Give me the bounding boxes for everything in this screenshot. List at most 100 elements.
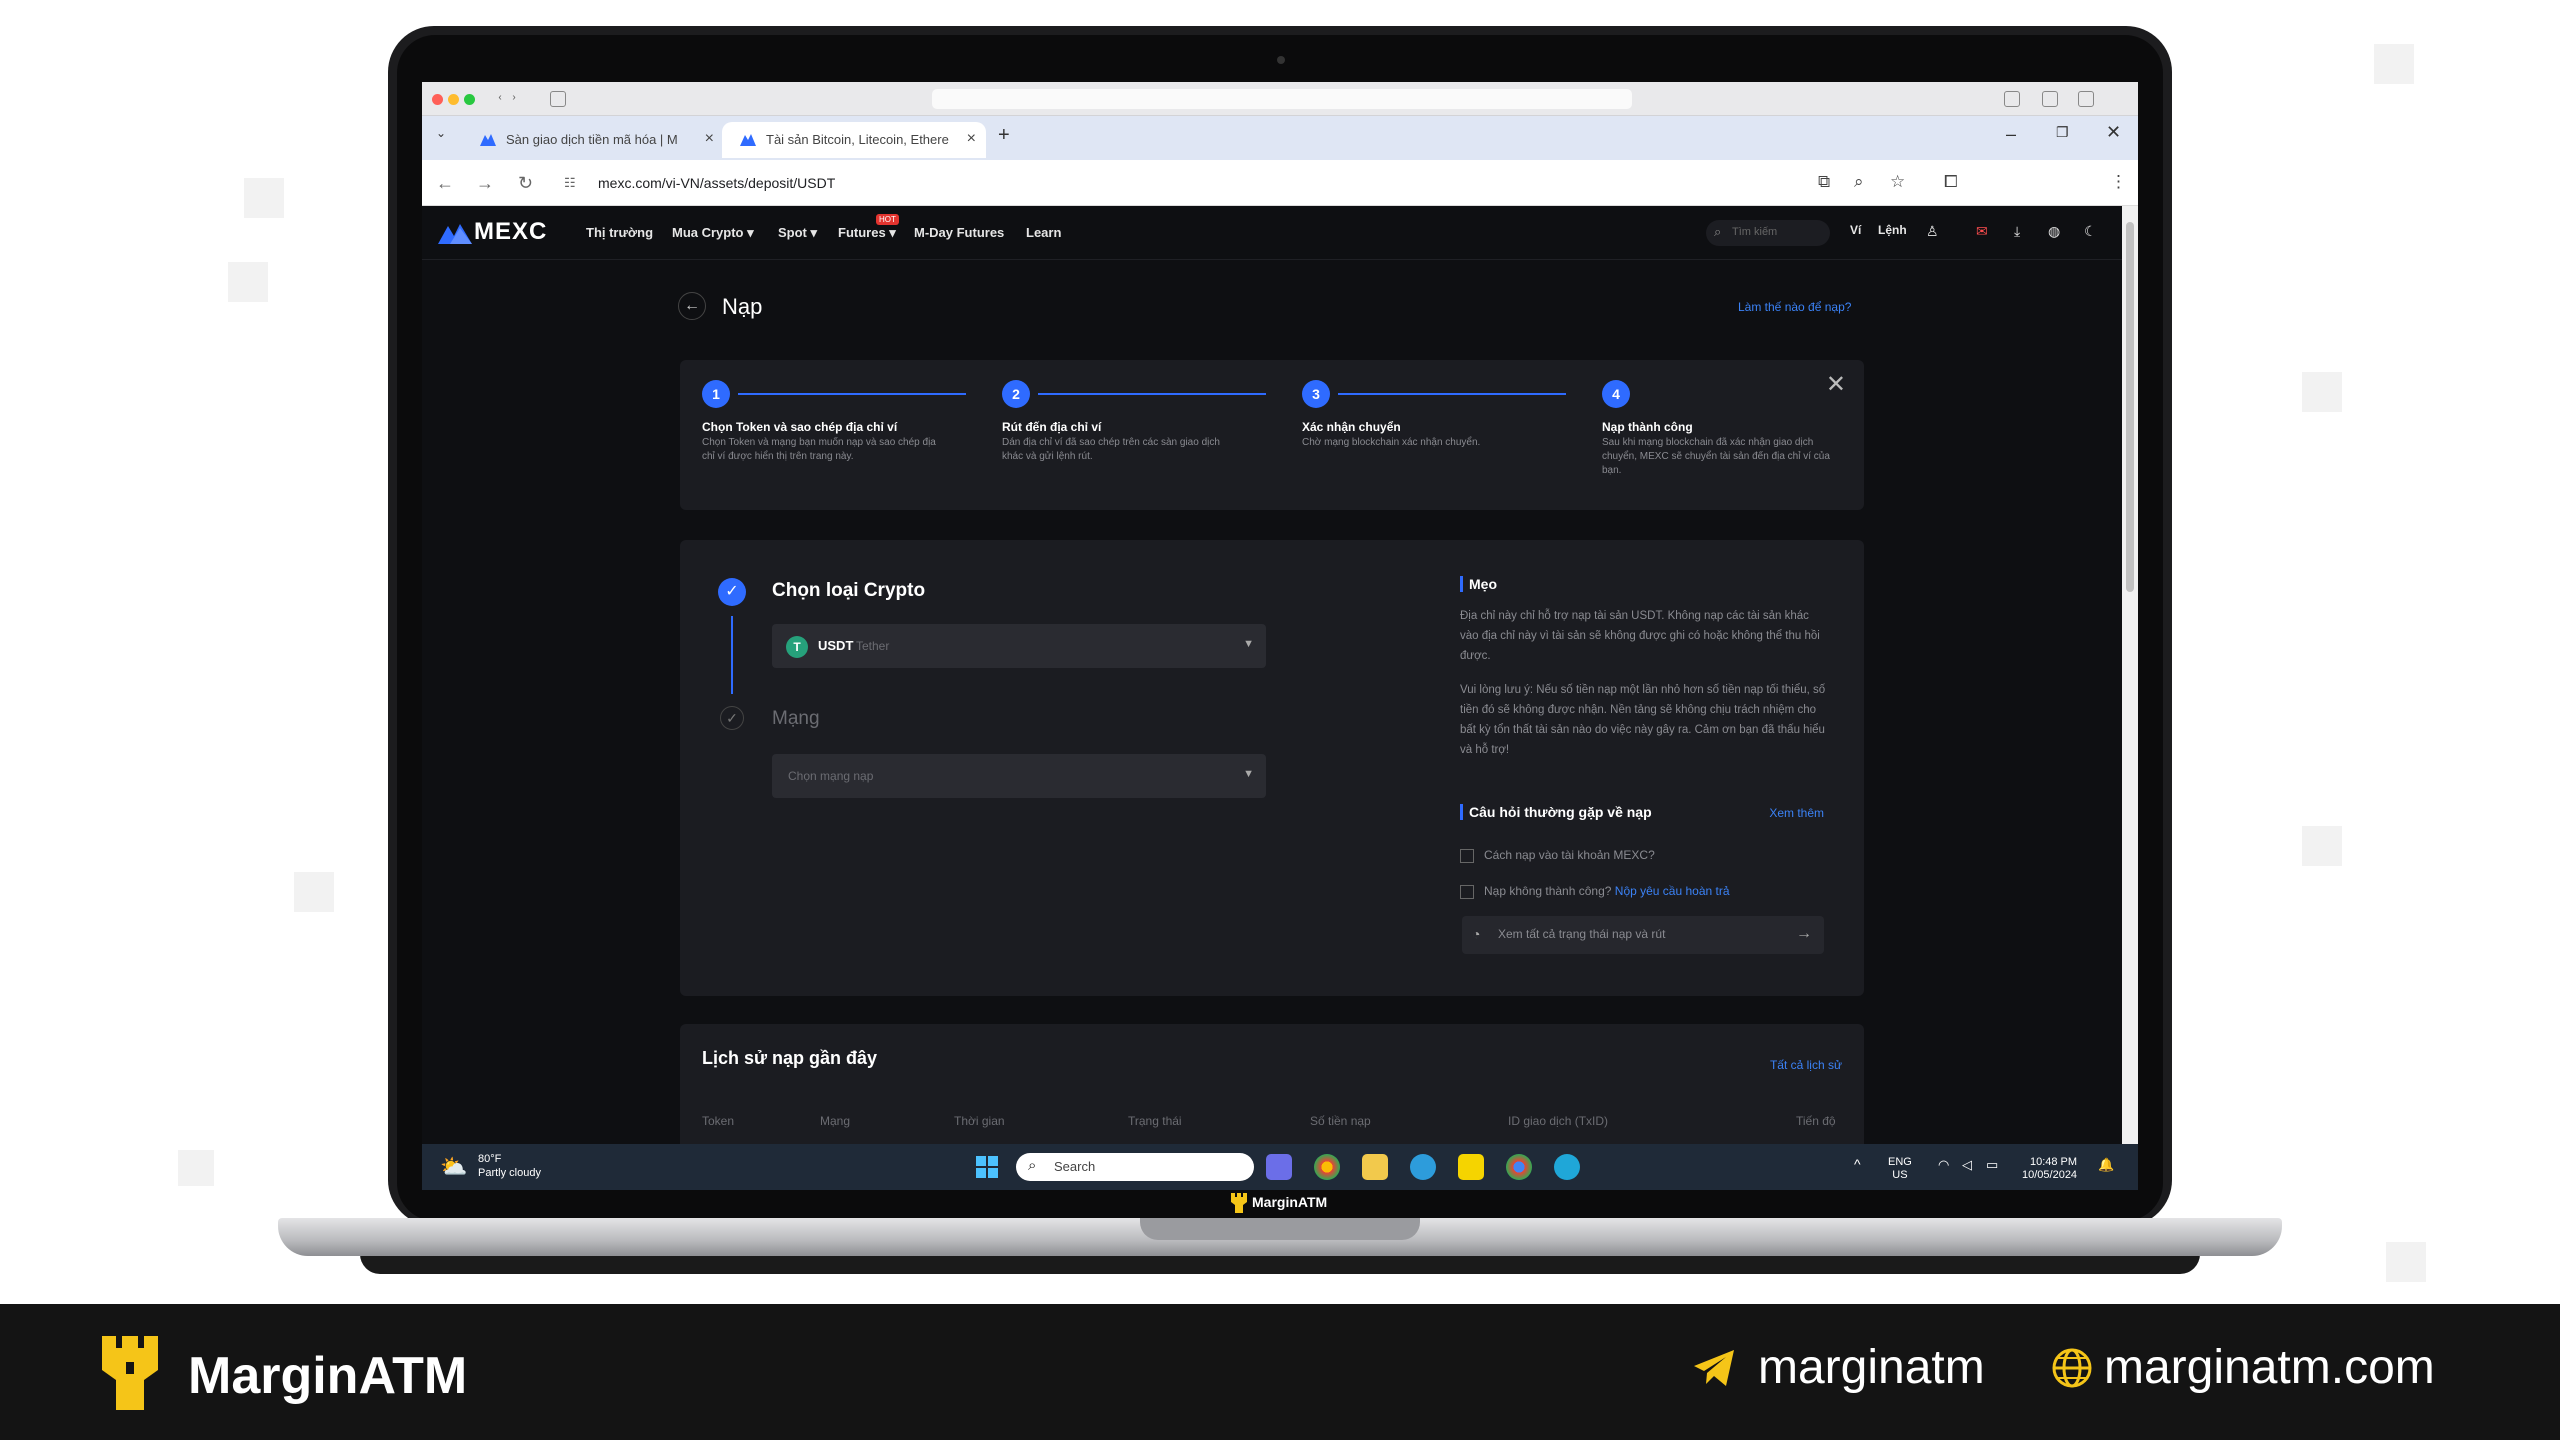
step-number: 1 [702,380,730,408]
bookmark-star-icon[interactable]: ☆ [1890,172,1905,192]
chevron-up-icon[interactable]: ^ [1854,1157,1861,1171]
back-arrow-icon[interactable]: ← [678,292,706,320]
share-icon[interactable] [2042,91,2058,107]
website-link[interactable]: marginatm.com [2104,1340,2435,1395]
language-globe-icon[interactable]: ◍ [2048,223,2060,240]
footer: MarginATM marginatm marginatm.com [0,1304,2560,1440]
faq-question: Nạp không thành công? [1484,884,1612,898]
nav-markets[interactable]: Thị trường [586,225,653,240]
step-desc: Chọn Token và mạng bạn muốn nạp và sao c… [702,437,936,462]
zoom-dot-icon[interactable] [464,94,475,105]
scrollbar-thumb[interactable] [2126,222,2134,592]
coin-name: Tether [856,639,890,653]
sticky-notes-icon[interactable] [1458,1154,1484,1180]
nav-mday-futures[interactable]: M-Day Futures [914,225,1004,240]
mexc-logo-icon[interactable] [438,220,472,246]
page-title: Nạp [722,294,763,319]
bg-square [294,872,334,912]
site-info-icon[interactable]: ☷ [564,175,576,191]
mac-window-bar: ‹ › [422,82,2138,116]
language-indicator[interactable]: ENG US [1888,1156,1912,1182]
url-field[interactable]: mexc.com/vi-VN/assets/deposit/USDT [598,175,835,191]
network-select[interactable]: Chọn mạng nạp ▼ [772,754,1266,798]
theme-moon-icon[interactable]: ☾ [2084,223,2097,240]
search-input[interactable]: ⌕ Tìm kiếm [1706,220,1830,246]
wifi-icon[interactable]: ◠ [1938,1158,1949,1171]
region-code: US [1892,1169,1908,1181]
close-icon[interactable]: ✕ [1826,370,1846,399]
edge-icon[interactable] [1554,1154,1580,1180]
taskbar-search[interactable]: ⌕ Search [1016,1153,1254,1181]
how-to-deposit-link[interactable]: Làm thế nào để nạp? [1738,300,1851,314]
browser-icon[interactable] [1410,1154,1436,1180]
taskbar-search-label: Search [1054,1159,1096,1174]
nav-spot[interactable]: Spot ▾ [778,225,817,241]
reload-icon[interactable]: ↻ [518,173,533,194]
tip-paragraph: Vui lòng lưu ý: Nếu số tiền nạp một lần … [1460,684,1826,756]
faq-item[interactable]: Nạp không thành công? Nộp yêu cầu hoàn t… [1460,884,1730,899]
clock[interactable]: 10:48 PM 10/05/2024 [2022,1156,2077,1182]
faq-item[interactable]: Cách nạp vào tài khoản MEXC? [1460,848,1655,863]
sidebar-icon[interactable] [550,91,566,107]
forward-icon[interactable]: › [506,91,522,107]
minimize-dot-icon[interactable] [448,94,459,105]
logo-text[interactable]: MEXC [474,218,547,246]
battery-icon[interactable]: ▭ [1986,1158,1998,1171]
tab-deposit[interactable]: Tài sản Bitcoin, Litecoin, Ethere × [722,122,986,158]
camera-icon [1277,56,1285,64]
step-desc: Dán địa chỉ ví đã sao chép trên các sàn … [1002,437,1220,462]
step-title: Rút đến địa chỉ ví [1002,420,1102,434]
chrome-profile-icon[interactable] [1506,1154,1532,1180]
mac-address-field[interactable] [932,89,1632,109]
tabs-icon[interactable] [2078,91,2094,107]
column-header: Token [702,1114,735,1128]
view-all-status-button[interactable]: ◔ Xem tất cả trạng thái nạp và rút → [1462,916,1824,954]
notification-bell-icon[interactable]: 🔔 [2098,1158,2114,1171]
minimize-icon[interactable]: – [2006,124,2016,145]
bg-square [178,1150,214,1186]
download-app-icon[interactable]: ⤓ [2014,223,2020,240]
refund-request-link[interactable]: Nộp yêu cầu hoàn trả [1615,884,1730,898]
nav-wallet[interactable]: Ví [1850,223,1861,237]
volume-icon[interactable]: ◁ [1962,1158,1972,1171]
weather-cloud-icon[interactable]: ⛅ [440,1154,467,1180]
tab-list-icon[interactable]: ⌄ [436,126,446,140]
cast-icon[interactable]: ⧉ [1818,172,1830,192]
temperature: 80°F [478,1153,502,1165]
nav-buy-crypto[interactable]: Mua Crypto ▾ [672,225,754,241]
back-icon[interactable]: ← [436,173,454,194]
zoom-icon[interactable]: ⌕ [1854,172,1864,192]
nav-futures[interactable]: Futures ▾ [838,225,896,241]
restore-icon[interactable]: ❐ [2056,124,2069,141]
chevron-down-icon: ▼ [1243,638,1254,650]
chevron-down-icon: ▼ [1243,768,1254,780]
forward-icon[interactable]: → [476,173,494,194]
chrome-icon[interactable] [1314,1154,1340,1180]
menu-kebab-icon[interactable]: ⋮ [2110,172,2127,192]
tab-exchange[interactable]: Sàn giao dịch tiền mã hóa | M × [462,122,724,158]
file-explorer-icon[interactable] [1362,1154,1388,1180]
notification-icon[interactable]: ✉ [1976,223,1988,240]
check-icon: ✓ [718,578,746,606]
windows-start-icon[interactable] [974,1154,1000,1180]
close-tab-icon[interactable]: × [967,130,976,148]
close-dot-icon[interactable] [432,94,443,105]
faq-more-link[interactable]: Xem thêm [1769,806,1824,820]
telegram-handle[interactable]: marginatm [1758,1340,1985,1395]
teams-icon[interactable] [1266,1154,1292,1180]
all-history-link[interactable]: Tất cả lịch sử [1770,1058,1842,1072]
close-window-icon[interactable]: ✕ [2106,122,2121,143]
history-icon: ◔ [1472,926,1481,942]
close-tab-icon[interactable]: × [705,130,714,148]
new-tab-icon[interactable]: + [998,124,1010,147]
step-connector [1038,393,1266,395]
coin-symbol: USDT [818,638,854,653]
user-icon[interactable]: ♙ [1926,223,1939,240]
download-icon[interactable] [2004,91,2020,107]
extensions-icon[interactable]: ⧠ [1944,172,1958,192]
bg-square [244,178,284,218]
nav-orders[interactable]: Lệnh [1878,223,1907,237]
nav-learn[interactable]: Learn [1026,225,1061,240]
weather-widget[interactable]: 80°F Partly cloudy [478,1152,541,1180]
crypto-select[interactable]: T USDT Tether ▼ [772,624,1266,668]
